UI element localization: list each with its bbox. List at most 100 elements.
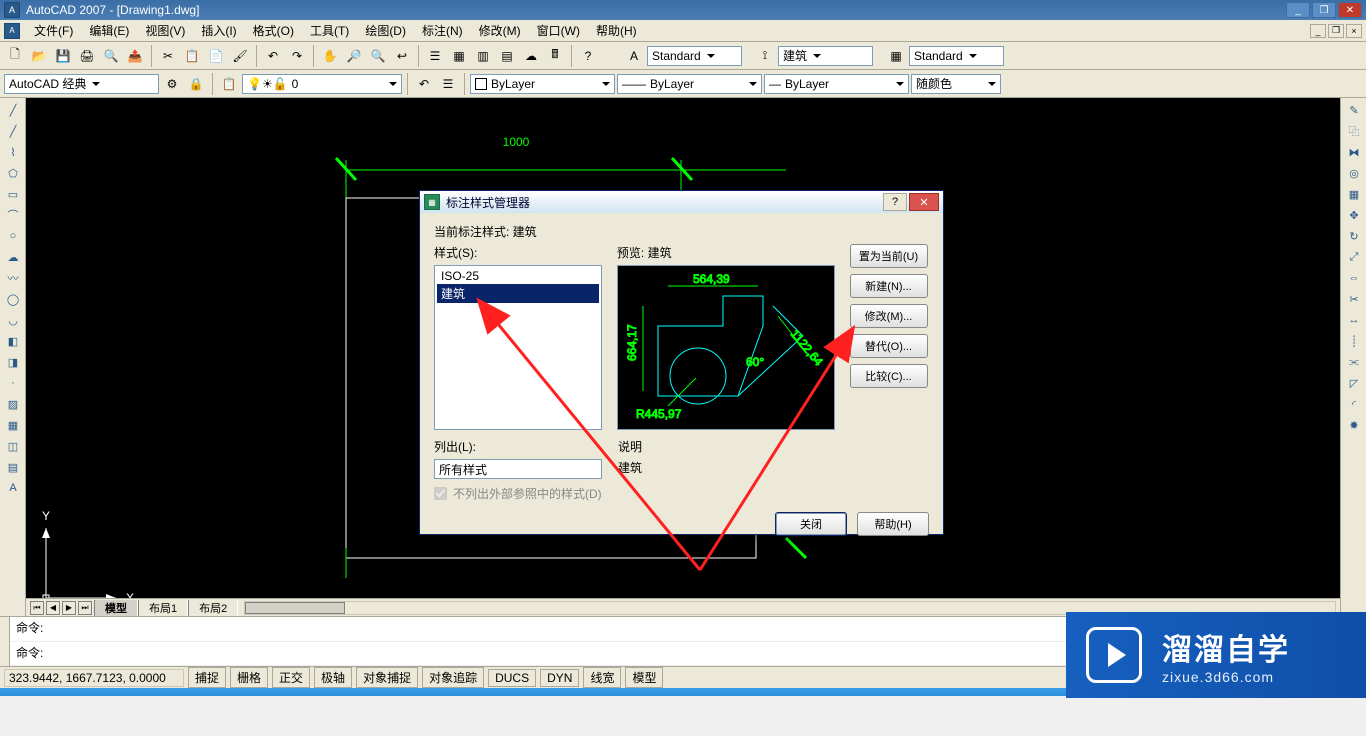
- layer-prev-icon[interactable]: ↶: [413, 73, 435, 95]
- coordinate-display[interactable]: 323.9442, 1667.7123, 0.0000: [4, 669, 184, 687]
- extend-icon[interactable]: ↔: [1343, 310, 1365, 330]
- chamfer-icon[interactable]: ◸: [1343, 373, 1365, 393]
- pan-icon[interactable]: ✋: [319, 45, 341, 67]
- offset-icon[interactable]: ◎: [1343, 163, 1365, 183]
- mdi-restore[interactable]: ❐: [1328, 24, 1344, 38]
- menu-edit[interactable]: 编辑(E): [81, 20, 137, 41]
- close-dialog-button[interactable]: 关闭: [775, 512, 847, 536]
- zoom-prev-icon[interactable]: ↩: [391, 45, 413, 67]
- close-button[interactable]: ✕: [1338, 2, 1362, 18]
- osnap-toggle[interactable]: 对象捕捉: [356, 667, 418, 688]
- model-toggle[interactable]: 模型: [625, 667, 663, 688]
- pline-icon[interactable]: ⌇: [2, 142, 24, 162]
- scale-icon[interactable]: ⤢: [1343, 247, 1365, 267]
- menu-tools[interactable]: 工具(T): [302, 20, 357, 41]
- menu-modify[interactable]: 修改(M): [471, 20, 529, 41]
- override-button[interactable]: 替代(O)...: [850, 334, 928, 358]
- layer-dropdown[interactable]: 💡 ☀ 🔓 0: [242, 74, 402, 94]
- circle-icon[interactable]: ○: [2, 226, 24, 246]
- mirror-icon[interactable]: ⧓: [1343, 142, 1365, 162]
- new-button[interactable]: 新建(N)...: [850, 274, 928, 298]
- menu-insert[interactable]: 插入(I): [193, 20, 244, 41]
- copy-icon[interactable]: 📋: [181, 45, 203, 67]
- sheet-icon[interactable]: ▤: [496, 45, 518, 67]
- workspace-lock-icon[interactable]: 🔒: [185, 73, 207, 95]
- snap-toggle[interactable]: 捕捉: [188, 667, 226, 688]
- region-icon[interactable]: ◫: [2, 436, 24, 456]
- command-handle[interactable]: [0, 617, 10, 666]
- style-item-iso25[interactable]: ISO-25: [437, 268, 599, 284]
- properties-icon[interactable]: ☰: [424, 45, 446, 67]
- match-icon[interactable]: 🖌: [229, 45, 251, 67]
- zoom-win-icon[interactable]: 🔍: [367, 45, 389, 67]
- lineweight-dropdown[interactable]: — ByLayer: [764, 74, 909, 94]
- publish-icon[interactable]: 📤: [124, 45, 146, 67]
- tab-layout1[interactable]: 布局1: [138, 600, 188, 616]
- layer-state-icon[interactable]: ☰: [437, 73, 459, 95]
- dialog-help-button[interactable]: ?: [883, 193, 907, 211]
- undo-icon[interactable]: ↶: [262, 45, 284, 67]
- cut-icon[interactable]: ✂: [157, 45, 179, 67]
- make-block-icon[interactable]: ◨: [2, 352, 24, 372]
- tab-model[interactable]: 模型: [94, 600, 138, 616]
- markup-icon[interactable]: ☁: [520, 45, 542, 67]
- compare-button[interactable]: 比较(C)...: [850, 364, 928, 388]
- dialog-titlebar[interactable]: ▦ 标注样式管理器 ? ✕: [420, 191, 943, 213]
- spline-icon[interactable]: 〰: [2, 268, 24, 288]
- dyn-toggle[interactable]: DYN: [540, 669, 579, 687]
- help-icon[interactable]: ?: [577, 45, 599, 67]
- menu-format[interactable]: 格式(O): [245, 20, 302, 41]
- xref-checkbox[interactable]: [434, 487, 447, 500]
- rectangle-icon[interactable]: ▭: [2, 184, 24, 204]
- gradient-icon[interactable]: ▦: [2, 415, 24, 435]
- modify-button[interactable]: 修改(M)...: [850, 304, 928, 328]
- menu-window[interactable]: 窗口(W): [529, 20, 588, 41]
- text-style-icon[interactable]: A: [623, 45, 645, 67]
- menu-view[interactable]: 视图(V): [137, 20, 193, 41]
- point-icon[interactable]: ·: [2, 373, 24, 393]
- linetype-dropdown[interactable]: —— ByLayer: [617, 74, 762, 94]
- table-style-dropdown[interactable]: Standard: [909, 46, 1004, 66]
- list-filter-dropdown[interactable]: 所有样式: [434, 459, 602, 479]
- tab-layout2[interactable]: 布局2: [188, 600, 238, 616]
- dc-icon[interactable]: ▦: [448, 45, 470, 67]
- minimize-button[interactable]: _: [1286, 2, 1310, 18]
- hatch-icon[interactable]: ▨: [2, 394, 24, 414]
- set-current-button[interactable]: 置为当前(U): [850, 244, 928, 268]
- menu-help[interactable]: 帮助(H): [588, 20, 645, 41]
- stretch-icon[interactable]: ⇔: [1343, 268, 1365, 288]
- dialog-close-button[interactable]: ✕: [909, 193, 939, 211]
- plot-icon[interactable]: 🖨: [76, 45, 98, 67]
- ellipse-arc-icon[interactable]: ◡: [2, 310, 24, 330]
- mdi-close[interactable]: ×: [1346, 24, 1362, 38]
- explode-icon[interactable]: ✸: [1343, 415, 1365, 435]
- dim-style-icon[interactable]: ⟟: [754, 45, 776, 67]
- tab-nav-next[interactable]: ▶: [62, 601, 76, 615]
- ducs-toggle[interactable]: DUCS: [488, 669, 536, 687]
- ortho-toggle[interactable]: 正交: [272, 667, 310, 688]
- zoom-rt-icon[interactable]: 🔎: [343, 45, 365, 67]
- new-icon[interactable]: 🗋: [4, 45, 26, 67]
- redo-icon[interactable]: ↷: [286, 45, 308, 67]
- calc-icon[interactable]: 🖩: [544, 45, 566, 67]
- lwt-toggle[interactable]: 线宽: [583, 667, 621, 688]
- arc-icon[interactable]: ⌒: [2, 205, 24, 225]
- polygon-icon[interactable]: ⬠: [2, 163, 24, 183]
- menu-draw[interactable]: 绘图(D): [357, 20, 414, 41]
- save-icon[interactable]: 💾: [52, 45, 74, 67]
- menu-file[interactable]: 文件(F): [26, 20, 81, 41]
- color-control-dropdown[interactable]: ByLayer: [470, 74, 615, 94]
- menu-dimension[interactable]: 标注(N): [414, 20, 471, 41]
- tab-nav-first[interactable]: ⏮: [30, 601, 44, 615]
- mdi-minimize[interactable]: _: [1310, 24, 1326, 38]
- break-icon[interactable]: ┊: [1343, 331, 1365, 351]
- join-icon[interactable]: ⫘: [1343, 352, 1365, 372]
- move-icon[interactable]: ✥: [1343, 205, 1365, 225]
- style-item-jianzhu[interactable]: 建筑: [437, 284, 599, 303]
- revcloud-icon[interactable]: ☁: [2, 247, 24, 267]
- plotstyle-dropdown[interactable]: 随颜色: [911, 74, 1001, 94]
- fillet-icon[interactable]: ◜: [1343, 394, 1365, 414]
- polar-toggle[interactable]: 极轴: [314, 667, 352, 688]
- trim-icon[interactable]: ✂: [1343, 289, 1365, 309]
- paste-icon[interactable]: 📄: [205, 45, 227, 67]
